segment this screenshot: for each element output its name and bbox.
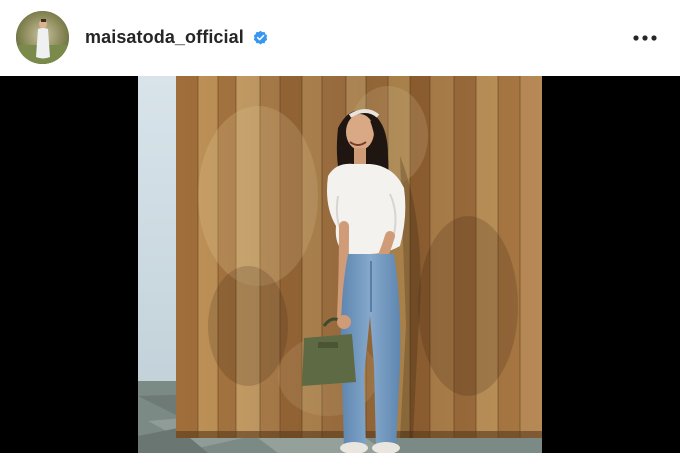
more-options-button[interactable]	[632, 28, 658, 48]
avatar-image	[16, 11, 69, 64]
post-header: maisatoda_official	[0, 0, 680, 75]
post-photo	[0, 76, 680, 453]
post-media[interactable]	[0, 76, 680, 453]
username[interactable]: maisatoda_official	[85, 27, 244, 48]
instagram-post: maisatoda_official	[0, 0, 680, 453]
more-horizontal-icon	[633, 34, 657, 41]
profile-avatar[interactable]	[16, 11, 69, 64]
verified-badge-icon	[252, 29, 269, 46]
